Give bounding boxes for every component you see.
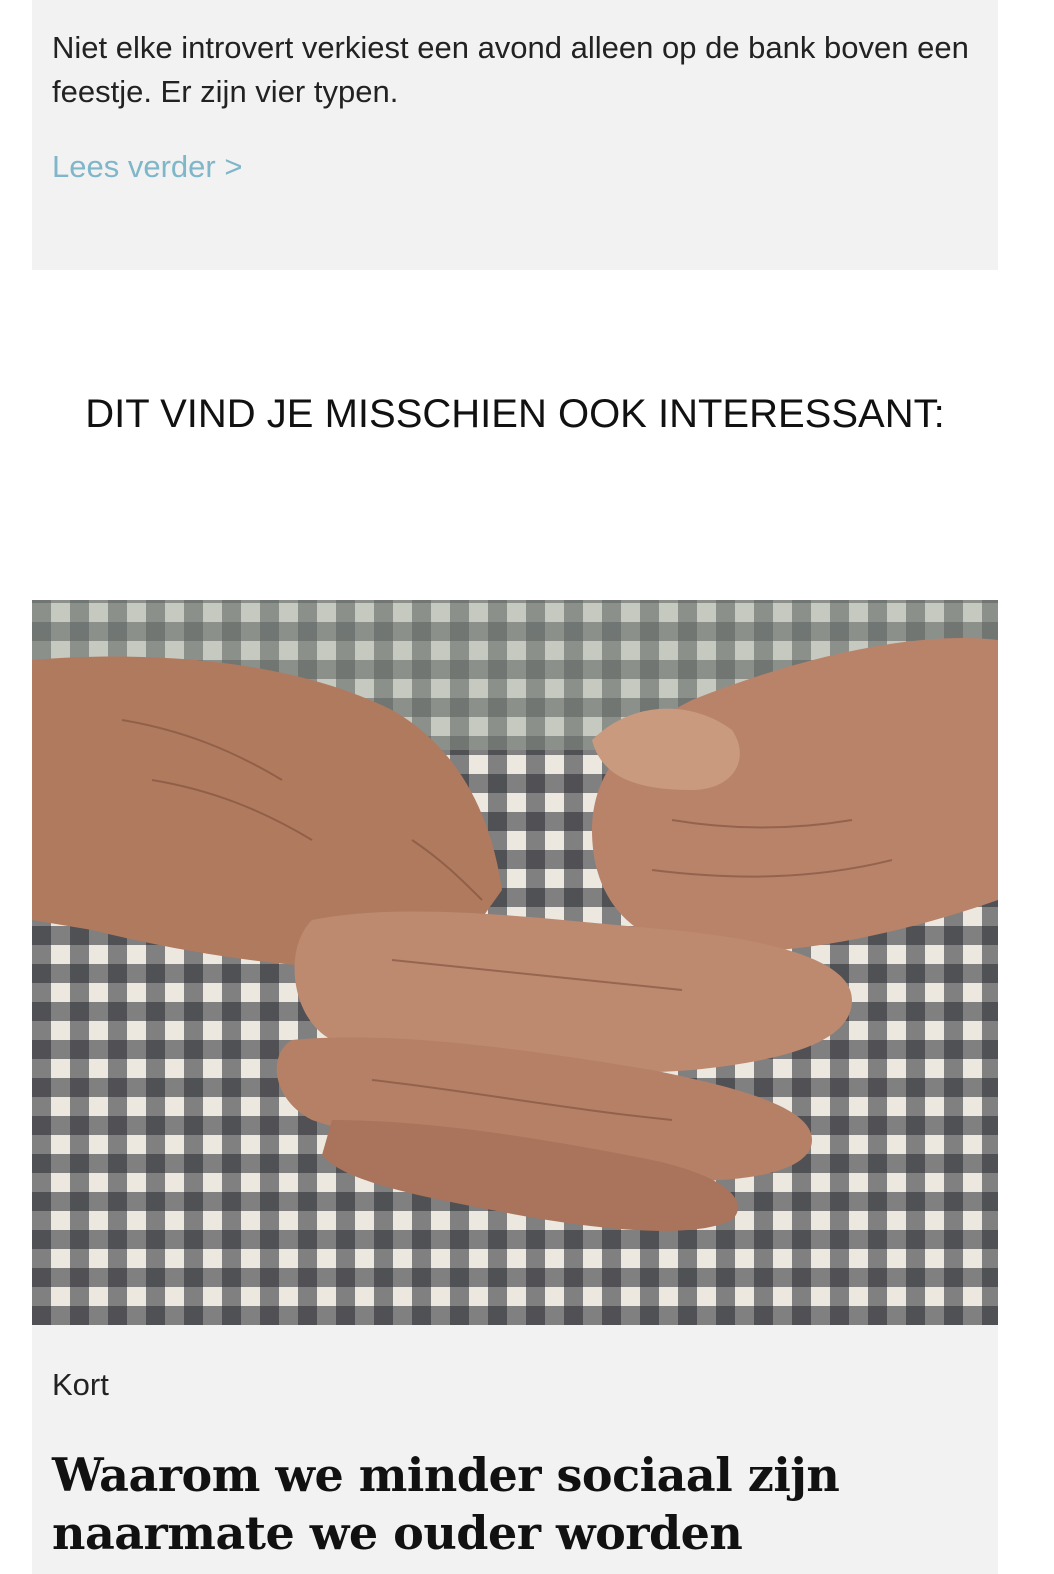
previous-article-card: Niet elke introvert verkiest een avond a…	[32, 0, 998, 270]
related-article-card[interactable]: Kort Waarom we minder sociaal zijn naarm…	[32, 600, 998, 1574]
article-title[interactable]: Waarom we minder sociaal zijn naarmate w…	[52, 1446, 982, 1562]
article-category: Kort	[52, 1367, 109, 1402]
article-image[interactable]	[32, 600, 998, 1325]
article-excerpt: Niet elke introvert verkiest een avond a…	[52, 30, 969, 109]
related-section-heading: DIT VIND JE MISSCHIEN OOK INTERESSANT:	[85, 392, 945, 436]
hands-illustration	[32, 600, 998, 1231]
read-more-link[interactable]: Lees verder >	[52, 145, 242, 189]
